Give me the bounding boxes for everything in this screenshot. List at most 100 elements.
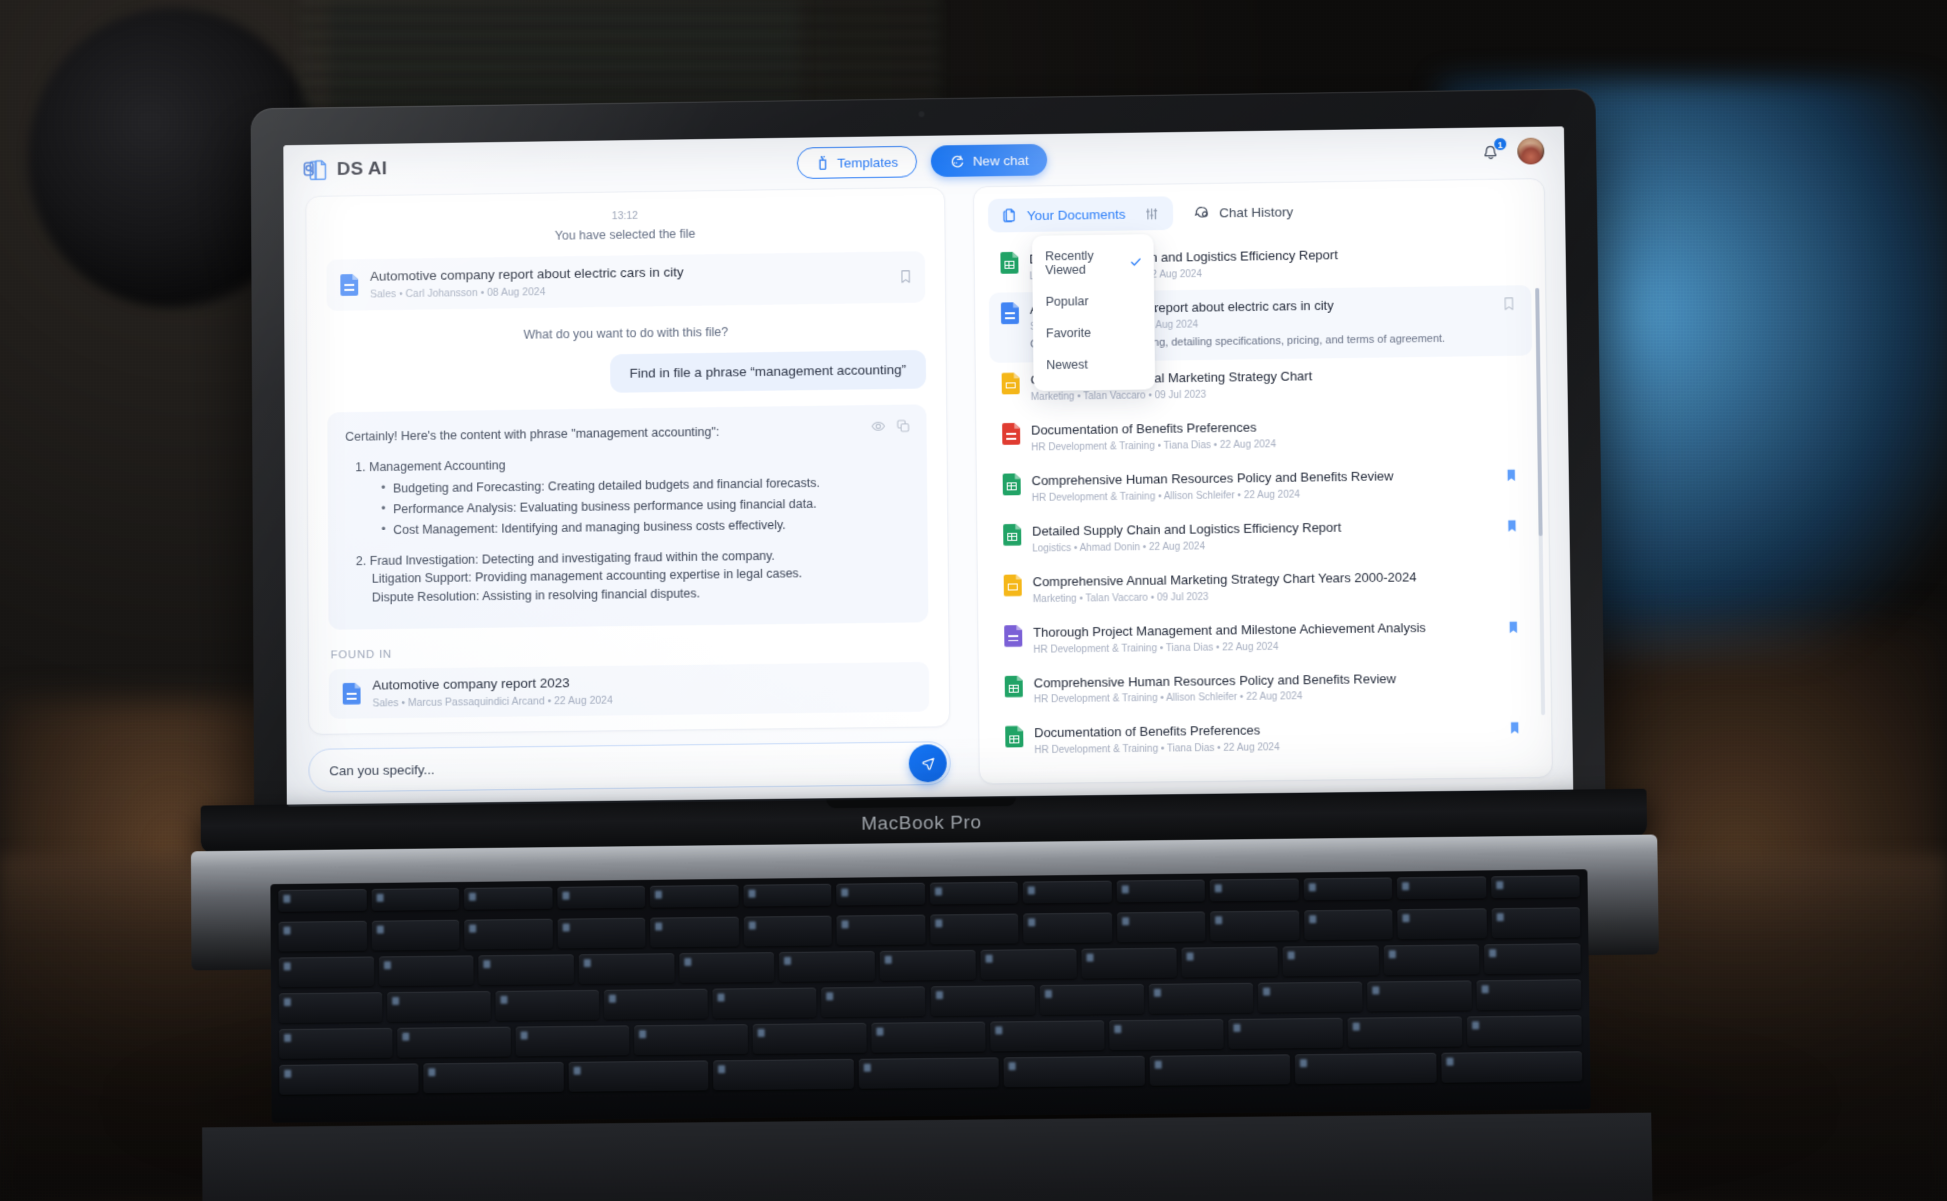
- sort-dropdown-menu[interactable]: Recently Viewed Popular Favorite Newest: [1032, 234, 1156, 392]
- keyboard-key: [278, 992, 383, 1024]
- sort-option-popular[interactable]: Popular: [1033, 285, 1155, 318]
- keyboard-key: [713, 1058, 854, 1091]
- bookmark-slot: [1507, 568, 1523, 569]
- keyboard-key: [1116, 879, 1205, 903]
- keyboard-key: [1209, 878, 1299, 902]
- selected-file-text: Automotive company report about electric…: [370, 262, 889, 300]
- photo-scene: DS AI Templates New chat 1 13:12 You hav…: [0, 0, 1947, 1201]
- bookmark-filled-icon[interactable]: [1508, 618, 1524, 634]
- keyboard-key: [1397, 908, 1487, 940]
- document-list-item[interactable]: Comprehensive Human Resources Policy and…: [993, 659, 1537, 716]
- document-list-item[interactable]: Comprehensive Human Resources Policy and…: [991, 457, 1535, 515]
- keyboard-key: [1116, 911, 1206, 943]
- chat-column: 13:12 You have selected the file Automot…: [284, 186, 973, 806]
- document-item-text: Comprehensive Human Resources Policy and…: [1034, 669, 1498, 706]
- sort-option-newest[interactable]: Newest: [1033, 348, 1155, 381]
- sort-option-favorite[interactable]: Favorite: [1033, 316, 1155, 349]
- document-item-meta: HR Development & Training • Allison Schl…: [1031, 489, 1300, 504]
- brand-logo-group: DS AI: [303, 158, 387, 181]
- document-item-text: Documentation of Benefits Preferences HR…: [1034, 720, 1498, 756]
- tab-your-documents[interactable]: Your Documents: [987, 196, 1174, 233]
- sort-option-label: Favorite: [1045, 325, 1092, 341]
- notification-badge: 1: [1493, 136, 1508, 151]
- keyboard-key: [279, 1063, 419, 1095]
- document-list-item[interactable]: Documentation of Benefits Preferences HR…: [990, 406, 1533, 464]
- avatar[interactable]: [1517, 137, 1545, 165]
- keyboard-key: [649, 884, 739, 908]
- ai-response-item: Management Accounting Budgeting and Fore…: [369, 451, 908, 540]
- document-item-meta: Logistics • Ahmad Donin • 22 Aug 2024: [1032, 541, 1206, 555]
- send-button[interactable]: [908, 744, 947, 783]
- documents-scrollbar[interactable]: [1535, 288, 1546, 716]
- document-item-title: Documentation of Benefits Preferences: [1034, 722, 1261, 741]
- bookmark-filled-icon[interactable]: [1506, 467, 1522, 483]
- new-chat-button[interactable]: New chat: [930, 143, 1048, 178]
- lid-notch: [826, 797, 1016, 809]
- found-in-item[interactable]: Documentation of Automotive Charges Sale…: [329, 716, 930, 734]
- keyboard-key: [1181, 946, 1278, 978]
- documents-tabs: Your Documents Chat History: [974, 179, 1545, 241]
- chat-scroll-area[interactable]: 13:12 You have selected the file Automot…: [306, 188, 949, 734]
- keyboard-key: [463, 886, 553, 910]
- keyboard-key: [1109, 1019, 1224, 1051]
- ai-response-list: Management Accounting Budgeting and Fore…: [361, 451, 908, 608]
- keyboard-key: [929, 881, 1018, 905]
- prompt-question: What do you want to do with this file?: [523, 324, 729, 342]
- document-item-title: Thorough Project Management and Mileston…: [1033, 619, 1426, 640]
- keyboard-key: [478, 954, 575, 986]
- tab-your-documents-label: Your Documents: [1026, 206, 1126, 223]
- bookmark-filled-icon[interactable]: [1506, 517, 1522, 533]
- google-sheets-file-icon: [1005, 675, 1023, 697]
- selected-file-row[interactable]: Automotive company report about electric…: [326, 251, 926, 311]
- sliders-filter-icon[interactable]: [1144, 206, 1159, 221]
- check-icon: [1130, 256, 1142, 268]
- document-list-item[interactable]: Thorough Project Management and Mileston…: [992, 608, 1536, 665]
- document-list-item[interactable]: Comprehensive Annual Marketing Strategy …: [992, 558, 1536, 615]
- document-item-text: Comprehensive Annual Marketing Strategy …: [1033, 568, 1497, 605]
- keyboard-key: [1476, 979, 1582, 1011]
- chat-input[interactable]: [308, 741, 951, 793]
- document-item-title: Comprehensive Human Resources Policy and…: [1031, 468, 1394, 489]
- keyboard-key: [634, 1024, 748, 1056]
- keyboard-key: [990, 1020, 1105, 1052]
- notification-bell-button[interactable]: 1: [1480, 136, 1508, 163]
- copy-icon[interactable]: [896, 418, 911, 433]
- keyboard-key: [930, 985, 1035, 1017]
- document-list-item[interactable]: Documentation of Benefits Preferences HR…: [993, 710, 1538, 767]
- keyboard-key: [371, 919, 460, 951]
- top-bar-right-group: 1: [1480, 136, 1545, 166]
- presentation-file-icon: [1004, 625, 1022, 647]
- google-sheets-file-icon: [1000, 252, 1018, 274]
- keyboard-key: [1210, 910, 1299, 942]
- sort-option-label: Newest: [1046, 357, 1088, 373]
- ai-response-bubble: Certainly! Here's the content with phras…: [327, 404, 929, 630]
- keyboard-key: [752, 1022, 867, 1054]
- keyboard-key: [1003, 1055, 1145, 1088]
- eye-icon[interactable]: [871, 419, 886, 434]
- keyboard-key: [279, 1027, 393, 1059]
- templates-button[interactable]: Templates: [796, 145, 918, 180]
- chat-history-icon: [1193, 205, 1210, 221]
- keyboard-key: [1466, 1015, 1582, 1047]
- keyboard-key: [879, 949, 976, 981]
- keyboard-key: [378, 955, 474, 987]
- brand-name: DS AI: [336, 158, 388, 180]
- bookmark-outline-icon[interactable]: [1503, 295, 1519, 311]
- google-sheets-file-icon: [1003, 524, 1021, 546]
- google-slides-file-icon: [1004, 574, 1022, 596]
- documents-scrollbar-thumb[interactable]: [1535, 288, 1543, 537]
- keyboard-key: [858, 1057, 1000, 1089]
- keyboard-key: [278, 889, 367, 912]
- keyboard-key: [743, 883, 832, 907]
- found-in-item[interactable]: Automotive company report 2023 Sales • M…: [328, 661, 930, 719]
- google-slides-file-icon: [1002, 373, 1020, 395]
- tab-chat-history[interactable]: Chat History: [1179, 194, 1307, 229]
- keyboard-key: [604, 988, 709, 1020]
- document-list-item[interactable]: Detailed Supply Chain and Logistics Effi…: [991, 507, 1535, 564]
- bookmark-filled-icon[interactable]: [1509, 720, 1525, 736]
- bookmark-outline-icon[interactable]: [900, 270, 911, 285]
- sort-option-recently-viewed[interactable]: Recently Viewed: [1032, 239, 1154, 287]
- keyboard-key: [871, 1021, 986, 1053]
- document-item-meta: HR Development & Training • Tiana Dias •…: [1031, 439, 1277, 454]
- user-message-bubble: Find in file a phrase “management accoun…: [609, 349, 927, 393]
